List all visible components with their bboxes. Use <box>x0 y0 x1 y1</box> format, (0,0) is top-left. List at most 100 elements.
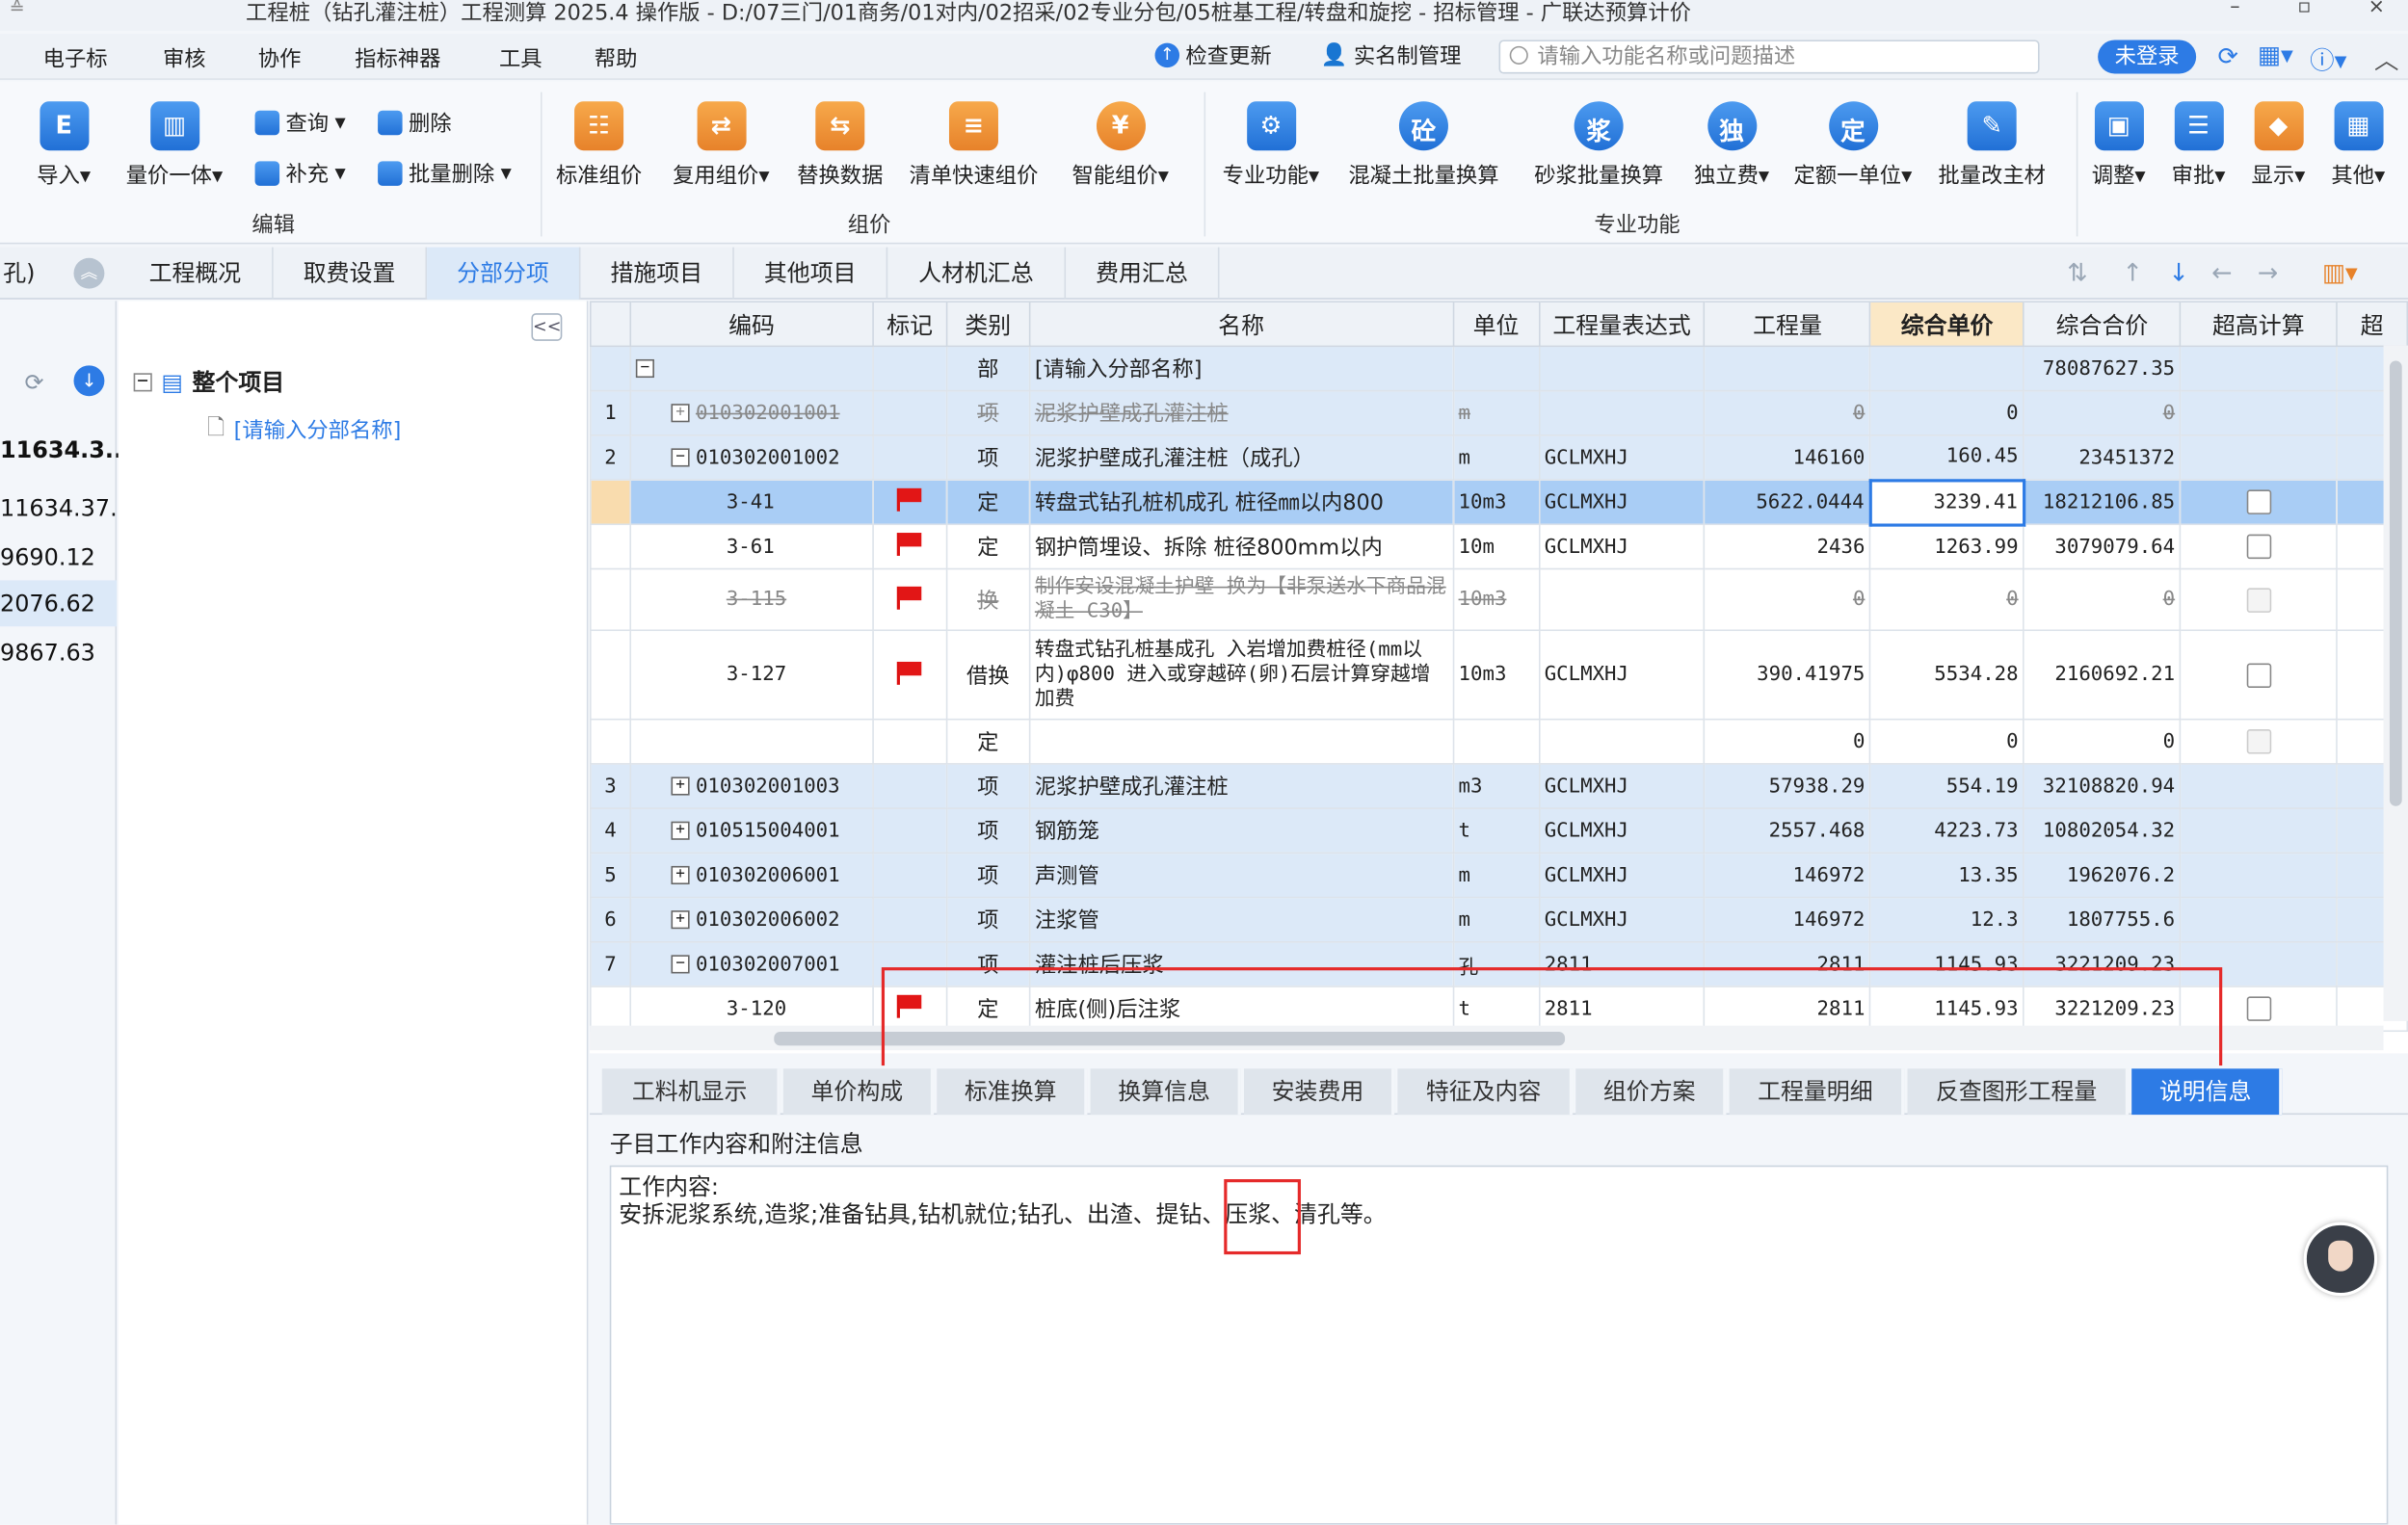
qty-price-button[interactable]: ▥ 量价一体▾ <box>126 101 223 190</box>
row-name[interactable]: 钢护筒埋设、拆除 桩径800mm以内 <box>1028 523 1454 570</box>
batch-delete-button[interactable]: 批量删除 ▾ <box>378 158 512 189</box>
col-header-more[interactable]: 超 <box>2336 301 2408 348</box>
row-name[interactable]: 钢筋笼 <box>1028 807 1454 855</box>
tab-material-summary[interactable]: 人材机汇总 <box>887 247 1067 300</box>
row-name[interactable]: 泥浆护壁成孔灌注桩 <box>1028 763 1454 809</box>
row-name[interactable]: 泥浆护壁成孔灌注桩（成孔） <box>1028 434 1454 481</box>
col-header-unit-price[interactable]: 综合单价 <box>1869 301 2025 348</box>
tab-pricing-plan[interactable]: 组价方案 <box>1575 1068 1727 1116</box>
display-button[interactable]: ◆ 显示▾ <box>2252 101 2305 190</box>
col-header-qty[interactable]: 工程量 <box>1704 301 1871 348</box>
refresh-icon[interactable]: ⟳ <box>25 369 44 397</box>
row-name[interactable]: 声测管 <box>1028 852 1454 899</box>
row-name[interactable]: 转盘式钻孔桩基成孔 入岩增加费桩径(mm以内)φ800 进入或穿越碎(卵)石层计… <box>1028 629 1454 721</box>
row-expr[interactable]: GCLMXHJ <box>1538 479 1706 526</box>
delete-button[interactable]: 删除 <box>378 108 452 139</box>
column-settings-icon[interactable]: ▥▾ <box>2322 258 2358 287</box>
col-header-expr[interactable]: 工程量表达式 <box>1538 301 1706 348</box>
move-right-icon[interactable]: → <box>2258 258 2278 287</box>
batch-main-material-button[interactable]: ✎ 批量改主材 <box>1938 101 2046 190</box>
quota-unit-button[interactable]: 定 定额一单位▾ <box>1794 101 1912 190</box>
tab-install-fee[interactable]: 安装费用 <box>1243 1068 1395 1116</box>
vertical-scrollbar[interactable] <box>2383 345 2408 1021</box>
table-row[interactable]: 3-127 借换 转盘式钻孔桩基成孔 入岩增加费桩径(mm以内)φ800 进入或… <box>590 629 2408 721</box>
table-row[interactable]: 4 +010515004001 项 钢筋笼 t GCLMXHJ 2557.468… <box>590 807 2408 855</box>
move-down-icon[interactable]: ↓ <box>2168 258 2188 287</box>
table-row[interactable]: 5 +010302006001 项 声测管 m GCLMXHJ 146972 1… <box>590 852 2408 899</box>
expand-icon[interactable]: + <box>671 865 690 885</box>
menu-item-tools[interactable]: 工具 <box>499 43 542 74</box>
col-header-total[interactable]: 综合合价 <box>2023 301 2182 348</box>
review-button[interactable]: ☰ 审批▾ <box>2172 101 2225 190</box>
table-row[interactable]: 3-115 换 制作安设混凝土护壁 换为【非泵送水下商品混凝土 C30】 10m… <box>590 567 2408 632</box>
login-button[interactable]: 未登录 <box>2098 39 2197 74</box>
move-up-icon[interactable]: ↑ <box>2123 258 2143 287</box>
height-calc-checkbox[interactable] <box>2246 534 2271 560</box>
row-name[interactable]: [请输入分部名称] <box>1028 345 1454 392</box>
replace-data-button[interactable]: ⇆ 替换数据 <box>797 101 883 190</box>
tree-collapse-icon[interactable]: − <box>133 372 152 391</box>
row-qty[interactable]: 2557.468 <box>1704 807 1871 855</box>
table-row-selected[interactable]: 3-41 定 转盘式钻孔桩机成孔 桩径㎜以内800 10m3 GCLMXHJ 5… <box>590 478 2408 526</box>
restore-button[interactable]: ▫ <box>2297 0 2311 18</box>
system-menu-icon[interactable]: ≙ <box>10 0 25 18</box>
tab-project-overview[interactable]: 工程概况 <box>119 247 274 300</box>
tab-cost-summary[interactable]: 费用汇总 <box>1066 247 1220 300</box>
independent-fee-button[interactable]: 独 独立费▾ <box>1694 101 1769 190</box>
tab-features[interactable]: 特征及内容 <box>1397 1068 1574 1116</box>
move-left-icon[interactable]: ← <box>2211 258 2232 287</box>
tab-measures[interactable]: 措施项目 <box>580 247 734 300</box>
assistant-avatar[interactable] <box>2303 1222 2378 1297</box>
col-header-unit[interactable]: 单位 <box>1452 301 1540 348</box>
smart-group-button[interactable]: ¥ 智能组价▾ <box>1072 101 1169 190</box>
col-header-name[interactable]: 名称 <box>1028 301 1454 348</box>
row-expr[interactable]: GCLMXHJ <box>1538 434 1706 481</box>
table-row[interactable]: 3-61 定 钢护筒埋设、拆除 桩径800mm以内 10m GCLMXHJ 24… <box>590 523 2408 570</box>
other-button[interactable]: ▦ 其他▾ <box>2331 101 2385 190</box>
height-calc-checkbox[interactable] <box>2246 996 2271 1021</box>
tab-sub-items[interactable]: 分部分项 <box>427 247 581 300</box>
tab-conversion-info[interactable]: 换算信息 <box>1090 1068 1241 1116</box>
menu-item-indicator[interactable]: 指标神器 <box>355 43 440 74</box>
unit-price-edit-cell[interactable]: 3239.41 <box>1868 478 2025 526</box>
menu-item-collaboration[interactable]: 协作 <box>258 43 302 74</box>
table-row[interactable]: 6 +010302006002 项 注浆管 m GCLMXHJ 146972 1… <box>590 896 2408 943</box>
tab-graphic-qty[interactable]: 反查图形工程量 <box>1907 1068 2130 1116</box>
collapse-pane-button[interactable]: << <box>531 313 563 341</box>
row-expr[interactable]: GCLMXHJ <box>1538 523 1706 570</box>
quick-group-button[interactable]: ≡ 清单快速组价 <box>910 101 1038 190</box>
table-row[interactable]: 定 0 0 0 <box>590 718 2408 765</box>
info-icon[interactable]: ⓘ▾ <box>2310 39 2346 76</box>
pro-func-button[interactable]: ⚙ 专业功能▾ <box>1223 101 1319 190</box>
std-group-button[interactable]: ☷ 标准组价 <box>556 101 642 190</box>
tab-labor-material[interactable]: 工料机显示 <box>601 1068 781 1116</box>
row-expr[interactable]: GCLMXHJ <box>1538 629 1706 721</box>
row-expr[interactable]: GCLMXHJ <box>1538 763 1706 809</box>
apps-grid-icon[interactable]: ▦▾ <box>2258 39 2293 68</box>
col-header-type[interactable]: 类别 <box>945 301 1031 348</box>
collapse-icon[interactable]: − <box>635 358 654 379</box>
refresh-icon[interactable]: ⟳ <box>2217 41 2237 70</box>
tab-description[interactable]: 说明信息 <box>2131 1068 2283 1116</box>
row-qty[interactable]: 0 <box>1704 718 1871 765</box>
scroll-thumb[interactable] <box>2389 360 2402 806</box>
row-qty[interactable]: 146972 <box>1704 896 1871 943</box>
row-qty[interactable]: 5622.0444 <box>1704 479 1871 526</box>
collapse-ribbon-icon[interactable]: ︿ <box>2374 39 2399 76</box>
col-header-mark[interactable]: 标记 <box>872 301 948 348</box>
mortar-batch-button[interactable]: 浆 砂浆批量换算 <box>1534 101 1663 190</box>
expand-icon[interactable]: + <box>671 404 690 423</box>
row-qty[interactable]: 390.41975 <box>1704 629 1871 721</box>
row-expr[interactable]: GCLMXHJ <box>1538 807 1706 855</box>
menu-item-help[interactable]: 帮助 <box>595 43 638 74</box>
collapse-icon[interactable]: − <box>671 955 690 974</box>
collapse-up-icon[interactable]: ︽ <box>73 257 105 289</box>
row-name[interactable]: 制作安设混凝土护壁 换为【非泵送水下商品混凝土 C30】 <box>1028 567 1454 632</box>
col-header-height-calc[interactable]: 超高计算 <box>2179 301 2338 348</box>
expand-icon[interactable]: + <box>671 776 690 796</box>
table-row[interactable]: 3 +010302001003 项 泥浆护壁成孔灌注桩 m3 GCLMXHJ 5… <box>590 763 2408 809</box>
row-name[interactable]: 转盘式钻孔桩机成孔 桩径㎜以内800 <box>1028 479 1454 526</box>
import-button[interactable]: E 导入▾ <box>37 101 91 190</box>
tab-qty-details[interactable]: 工程量明细 <box>1729 1068 1905 1116</box>
height-calc-checkbox[interactable] <box>2246 662 2271 688</box>
